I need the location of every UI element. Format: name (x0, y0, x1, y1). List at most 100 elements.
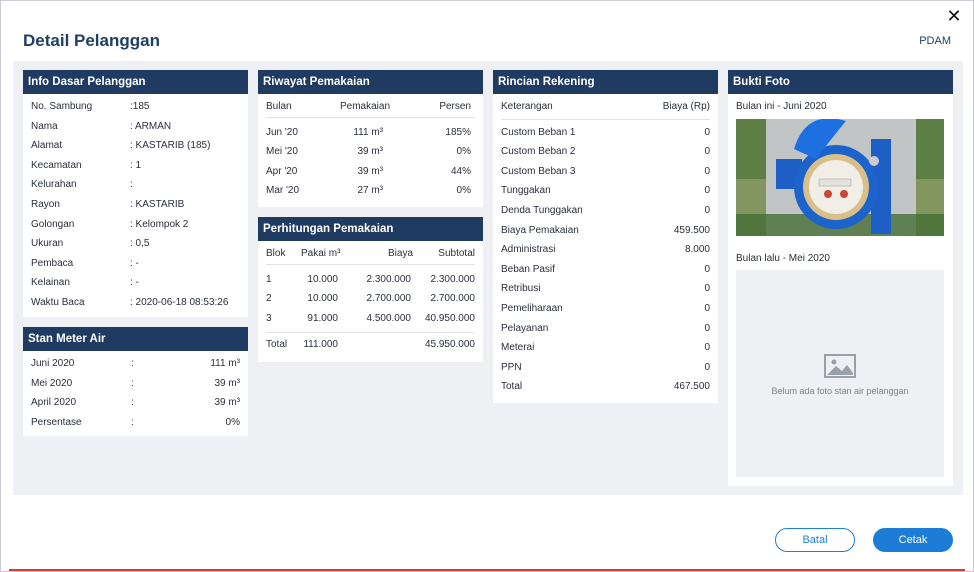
riwayat-row: Apr '20 39 m³ 44% (258, 162, 483, 182)
info-row: Kelurahan: (23, 175, 248, 195)
info-value: : - (130, 277, 139, 289)
stan-meter-panel: Stan Meter Air Juni 2020: 111 m³ Mei 2020:… (23, 327, 248, 436)
total-pakai: 111.000 (303, 339, 338, 350)
bottom-border (9, 569, 965, 571)
perhitungan-list: 1 10.000 2.300.000 2.300.000 2 10.000 2.700.00… (258, 270, 483, 329)
perhitungan-pakai: 10.000 (307, 273, 338, 285)
previous-photo-label: Bulan lalu - Mei 2020 (736, 253, 830, 264)
info-value: : (130, 179, 133, 191)
rincian-row: Pelayanan 0 (493, 319, 718, 339)
rincian-row: Beban Pasif 0 (493, 260, 718, 280)
rincian-biaya: 0 (704, 204, 710, 216)
info-label: Kelainan (31, 277, 70, 289)
rincian-row: Custom Beban 3 0 (493, 162, 718, 182)
riwayat-bulan: Apr '20 (266, 165, 298, 177)
riwayat-persen: 185% (445, 126, 471, 138)
perhitungan-pakai: 91.000 (307, 312, 338, 324)
info-value: : 1 (130, 159, 142, 171)
rincian-keterangan: Denda Tunggakan (501, 204, 583, 216)
rincian-row: Retribusi 0 (493, 279, 718, 299)
riwayat-persen: 0% (456, 185, 471, 197)
perhitungan-header: Perhitungan Pemakaian (258, 217, 483, 241)
perhitungan-row: 1 10.000 2.300.000 2.300.000 (258, 270, 483, 290)
rincian-biaya: 0 (704, 322, 710, 334)
riwayat-header: Riwayat Pemakaian (258, 70, 483, 94)
perhitungan-total-row: Total 111.000 45.950.000 (258, 335, 483, 355)
col-biaya: Biaya (387, 248, 413, 259)
print-button[interactable]: Cetak (873, 528, 953, 552)
cancel-button[interactable]: Batal (775, 528, 855, 552)
info-row: Golongan: Kelompok 2 (23, 215, 248, 235)
stan-value: 39 m³ (214, 377, 240, 389)
col-persen: Persen (439, 101, 471, 112)
info-label: Pembaca (31, 257, 74, 269)
rincian-keterangan: PPN (501, 361, 522, 373)
customer-detail-modal: ✕ Detail Pelanggan PDAM Info Dasar Pelan… (0, 0, 974, 572)
rincian-biaya: 0 (704, 146, 710, 158)
perhitungan-biaya: 2.700.000 (366, 293, 412, 305)
rincian-row: Meterai 0 (493, 338, 718, 358)
riwayat-bulan: Mar '20 (266, 185, 300, 197)
stan-value: 39 m³ (214, 397, 240, 409)
bukti-foto-panel: Bukti Foto Bulan ini - Juni 2020 Bulan l… (728, 70, 953, 486)
stan-separator: : (131, 358, 134, 369)
rincian-biaya: 8.000 (684, 244, 710, 256)
rincian-keterangan: Total (501, 381, 523, 393)
col-blok: Blok (266, 248, 286, 259)
stan-meter-header: Stan Meter Air (23, 327, 248, 351)
rincian-keterangan: Pemeliharaan (501, 302, 563, 314)
riwayat-row: Mar '20 27 m³ 0% (258, 181, 483, 201)
rincian-row: PPN 0 (493, 358, 718, 378)
modal-title: Detail Pelanggan (23, 31, 160, 50)
riwayat-bulan: Jun '20 (266, 126, 298, 138)
stan-separator: : (131, 397, 134, 409)
info-label: Rayon (31, 198, 60, 210)
rincian-row: Pemeliharaan 0 (493, 299, 718, 319)
rincian-biaya: 0 (704, 361, 710, 373)
col-pakai: Pakai m³ (301, 248, 341, 259)
close-icon[interactable]: ✕ (945, 7, 963, 25)
riwayat-pemakaian: 39 m³ (357, 146, 383, 158)
col-subtotal: Subtotal (438, 248, 475, 259)
current-meter-photo[interactable] (736, 119, 944, 236)
rincian-biaya: 0 (704, 263, 710, 275)
info-row: Ukuran : 0,5 (23, 234, 248, 254)
info-row: Kecamatan: 1 (23, 156, 248, 176)
rincian-row: Biaya Pemakaian 459.500 (493, 221, 718, 241)
stan-row: April 2020: 39 m³ (23, 393, 248, 413)
info-value: : KASTARIB (185) (130, 140, 211, 152)
rincian-biaya: 0 (704, 302, 710, 314)
divider (266, 332, 475, 333)
perhitungan-blok: 1 (266, 273, 272, 285)
perhitungan-row: 2 10.000 2.700.000 2.700.000 (258, 289, 483, 309)
rincian-biaya: 0 (704, 185, 710, 197)
rincian-header: Rincian Rekening (493, 70, 718, 94)
divider (501, 119, 710, 120)
riwayat-persen: 0% (456, 146, 471, 158)
previous-photo-placeholder: Belum ada foto stan air pelanggan (736, 270, 944, 477)
info-row: Kelainan : - (23, 273, 248, 293)
info-value: : 2020-06-18 08:53:26 (130, 296, 229, 308)
rincian-keterangan: Retribusi (501, 283, 541, 295)
rincian-biaya: 0 (704, 165, 710, 177)
perhitungan-row: 3 91.000 4.500.000 40.950.000 (258, 309, 483, 329)
rincian-list: Custom Beban 1 0 Custom Beban 2 0 Custom Beb… (493, 123, 718, 397)
riwayat-table-header: Bulan Pemakaian Persen (258, 97, 483, 117)
rincian-keterangan: Pelayanan (501, 322, 549, 334)
info-row: Pembaca: - (23, 254, 248, 274)
info-label: No. Sambung (31, 101, 93, 112)
rincian-biaya: 0 (704, 342, 710, 354)
perhitungan-subtotal: 2.300.000 (430, 273, 476, 285)
stan-separator: : (131, 416, 134, 428)
info-value: : 0,5 (130, 238, 150, 250)
perhitungan-pakai: 10.000 (307, 293, 338, 305)
info-row: Alamat: KASTARIB (185) (23, 136, 248, 156)
water-meter-photo (736, 119, 944, 236)
info-label: Ukuran (31, 238, 64, 250)
info-dasar-list: No. Sambung:185 Nama: ARMAN Alamat: KASTAR… (23, 94, 248, 313)
info-row: Nama: ARMAN (23, 117, 248, 137)
riwayat-pemakaian: 39 m³ (357, 165, 383, 177)
stan-label: Mei 2020 (31, 377, 73, 389)
stan-label: Juni 2020 (31, 358, 75, 369)
total-subtotal: 45.950.000 (424, 339, 475, 350)
